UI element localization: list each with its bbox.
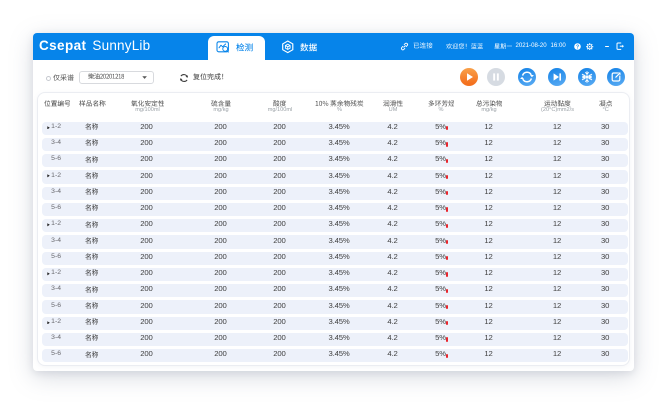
svg-text:?: ? [576,44,579,50]
